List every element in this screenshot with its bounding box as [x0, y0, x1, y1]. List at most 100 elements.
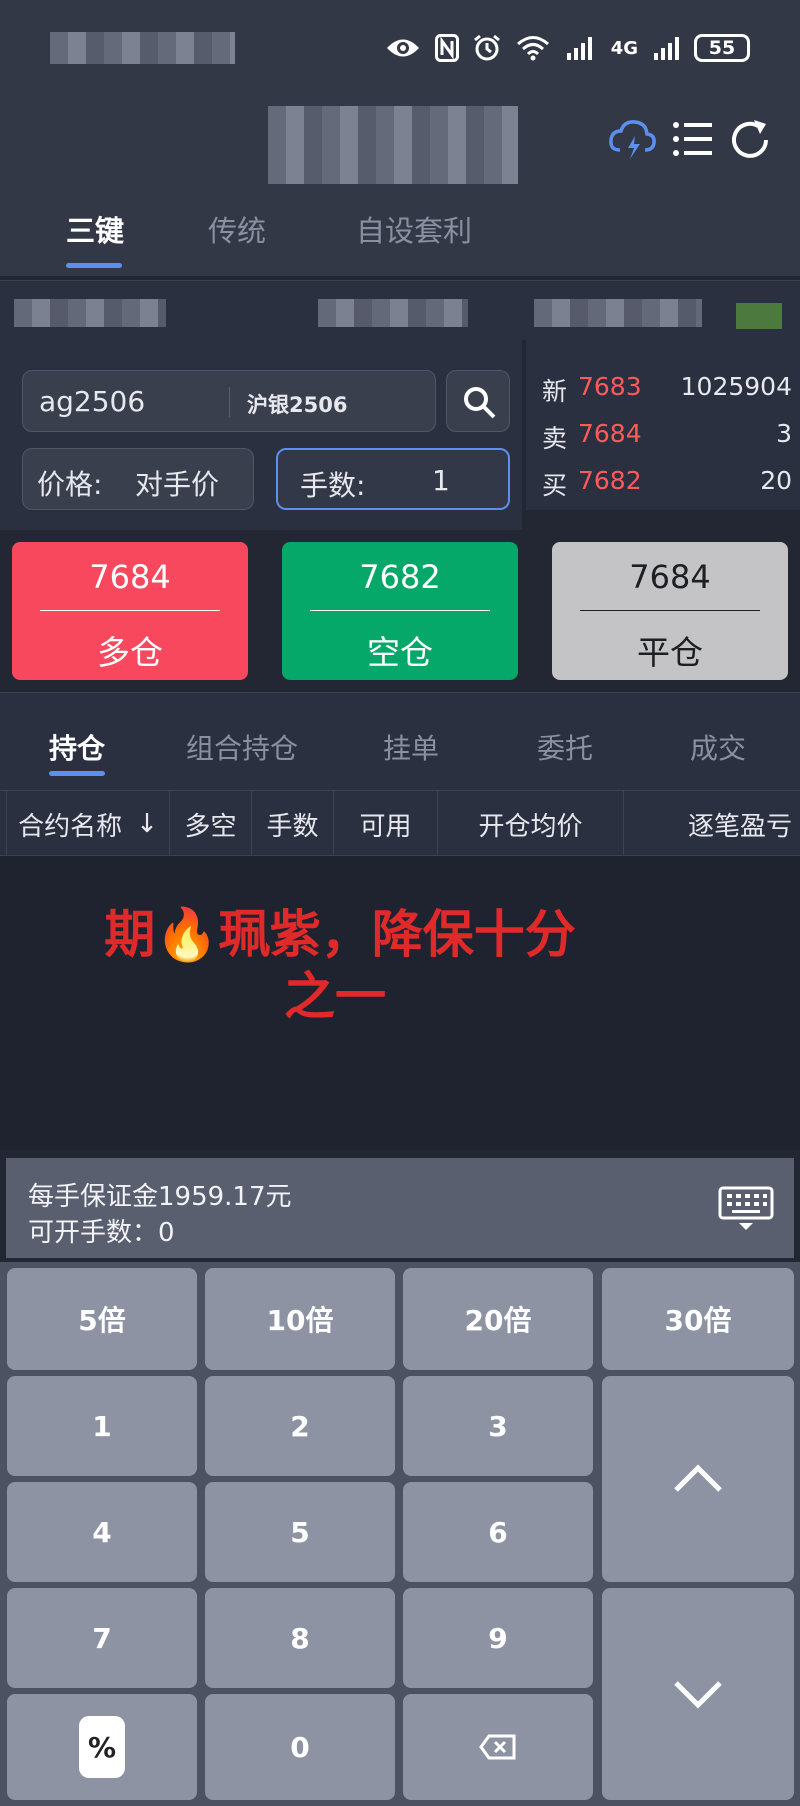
- key-2[interactable]: 2: [205, 1376, 395, 1476]
- available-lots: 可开手数：0: [28, 1218, 175, 1248]
- quantity-input[interactable]: 手数: 1: [276, 448, 510, 510]
- price-value: 对手价: [135, 468, 220, 501]
- tab-trades[interactable]: 成交: [690, 727, 746, 767]
- key-20x[interactable]: 20倍: [403, 1268, 593, 1370]
- col-contract-name[interactable]: 合约名称 ↓: [6, 791, 170, 857]
- short-button[interactable]: 7682 空仓: [282, 542, 518, 680]
- key-7[interactable]: 7: [7, 1588, 197, 1688]
- blurred-ticker-3: [534, 299, 702, 327]
- quantity-value: 1: [432, 464, 450, 497]
- tab-positions[interactable]: 持仓: [49, 727, 105, 767]
- key-0[interactable]: 0: [205, 1694, 395, 1800]
- col-contract-name-label: 合约名称: [18, 811, 123, 842]
- status-bar: 4G 55: [0, 0, 800, 96]
- short-divider: [310, 610, 490, 611]
- status-icons: 4G 55: [385, 34, 750, 62]
- keyboard-hide-icon[interactable]: [718, 1186, 774, 1232]
- price-label: 价格:: [37, 468, 103, 501]
- close-label: 平仓: [637, 633, 703, 672]
- tab-sanjian[interactable]: 三键: [66, 208, 124, 250]
- key-9[interactable]: 9: [403, 1588, 593, 1688]
- blurred-ticker-4: [736, 303, 782, 329]
- key-8[interactable]: 8: [205, 1588, 395, 1688]
- order-panel: ag2506 沪银2506 价格: 对手价 手数: 1: [0, 340, 522, 530]
- key-percent[interactable]: %: [7, 1694, 197, 1800]
- nfc-icon: [434, 34, 459, 62]
- key-3[interactable]: 3: [403, 1376, 593, 1476]
- long-divider: [40, 610, 220, 611]
- mode-tabs: 三键 传统 自设套利: [0, 110, 800, 248]
- key-up[interactable]: [602, 1376, 794, 1582]
- margin-per-lot: 每手保证金1959.17元: [28, 1182, 292, 1212]
- long-button[interactable]: 7684 多仓: [12, 542, 248, 680]
- key-5[interactable]: 5: [205, 1482, 395, 1582]
- key-backspace[interactable]: [403, 1694, 593, 1800]
- overlay-part-1: 期: [104, 906, 156, 965]
- key-1[interactable]: 1: [7, 1376, 197, 1476]
- position-table-header: 合约名称 ↓ 多空 手数 可用 开仓均价 逐笔盈亏: [0, 790, 800, 857]
- quote-last-price: 7683: [578, 372, 642, 401]
- eye-icon: [386, 39, 419, 57]
- signal-icon: [566, 37, 592, 60]
- price-type-selector[interactable]: 价格: 对手价: [22, 448, 254, 510]
- fire-emoji: 🔥: [155, 906, 219, 965]
- battery-icon: 55: [694, 34, 750, 62]
- ticker-strip[interactable]: [0, 280, 800, 340]
- key-10x[interactable]: 10倍: [205, 1268, 395, 1370]
- quote-bid-price: 7682: [578, 466, 642, 495]
- search-button[interactable]: [446, 370, 510, 432]
- quote-bid: 买 7682 20: [542, 466, 792, 502]
- backspace-icon: [479, 1734, 516, 1760]
- blurred-ticker-2: [318, 299, 468, 327]
- quote-ask: 卖 7684 3: [542, 419, 792, 455]
- col-available[interactable]: 可用: [334, 791, 438, 857]
- signal-icon-2: [654, 37, 679, 60]
- key-30x[interactable]: 30倍: [602, 1268, 794, 1370]
- overlay-line-1: 期🔥珮紫，降保十分: [0, 905, 800, 967]
- tab-orders[interactable]: 委托: [537, 727, 593, 767]
- col-direction[interactable]: 多空: [170, 791, 252, 857]
- short-price: 7682: [359, 558, 441, 596]
- quote-last-volume: 1025904: [680, 372, 792, 401]
- chevron-up-icon: [674, 1464, 722, 1492]
- tab-chuantong[interactable]: 传统: [208, 208, 266, 250]
- keyboard-info-bar: 每手保证金1959.17元 可开手数：0: [6, 1158, 794, 1258]
- sort-arrow-icon: ↓: [136, 809, 158, 839]
- promo-overlay-text: 期🔥珮紫，降保十分 之一: [0, 905, 800, 1029]
- key-6[interactable]: 6: [403, 1482, 593, 1582]
- network-type-label: 4G: [610, 37, 638, 59]
- contract-code: ag2506: [39, 385, 146, 418]
- percent-symbol: %: [79, 1716, 125, 1778]
- tab-combo-positions[interactable]: 组合持仓: [186, 727, 298, 767]
- close-price: 7684: [629, 558, 711, 596]
- close-divider: [580, 610, 760, 611]
- long-price: 7684: [89, 558, 171, 596]
- tab-pending-orders[interactable]: 挂单: [383, 727, 439, 767]
- overlay-part-2: 珮紫，降保十分: [218, 906, 576, 965]
- contract-divider: [229, 387, 230, 417]
- col-quantity[interactable]: 手数: [252, 791, 334, 857]
- long-label: 多仓: [97, 633, 163, 672]
- col-trade-pnl[interactable]: 逐笔盈亏: [624, 791, 800, 857]
- key-5x[interactable]: 5倍: [7, 1268, 197, 1370]
- short-label: 空仓: [367, 633, 433, 672]
- tab-zishe-taoli[interactable]: 自设套利: [356, 208, 472, 250]
- overlay-line-2: 之一: [283, 968, 386, 1027]
- quantity-label: 手数:: [300, 469, 366, 502]
- position-tab-indicator: [49, 771, 105, 776]
- blurred-carrier-info: [50, 32, 235, 64]
- active-tab-indicator: [66, 263, 122, 268]
- quote-ask-label: 卖: [542, 424, 568, 453]
- key-4[interactable]: 4: [7, 1482, 197, 1582]
- quote-ask-volume: 3: [776, 419, 792, 448]
- quote-bid-label: 买: [542, 471, 568, 500]
- contract-input[interactable]: ag2506 沪银2506: [22, 370, 436, 432]
- search-icon: [464, 387, 496, 419]
- key-down[interactable]: [602, 1588, 794, 1800]
- battery-level: 55: [708, 37, 736, 59]
- quote-last: 新 7683 1025904: [542, 372, 792, 408]
- wifi-icon: [516, 36, 549, 61]
- col-avg-open-price[interactable]: 开仓均价: [438, 791, 624, 857]
- close-button[interactable]: 7684 平仓: [552, 542, 788, 680]
- quote-ask-price: 7684: [578, 419, 642, 448]
